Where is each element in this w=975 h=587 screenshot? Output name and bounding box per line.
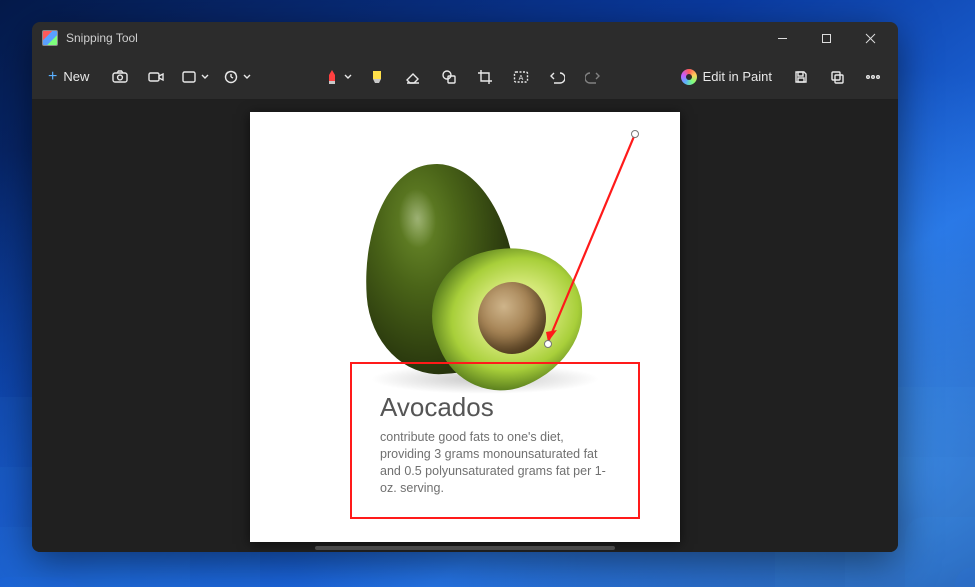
eraser-tool-button[interactable] [396, 60, 430, 94]
minimize-button[interactable] [760, 23, 804, 53]
maximize-button[interactable] [804, 23, 848, 53]
copy-button[interactable] [820, 60, 854, 94]
title-bar: Snipping Tool [32, 22, 898, 54]
save-button[interactable] [784, 60, 818, 94]
canvas-area[interactable]: Avocados contribute good fats to one's d… [32, 100, 898, 552]
delay-dropdown[interactable] [217, 60, 257, 94]
shapes-tool-button[interactable] [432, 60, 466, 94]
text-actions-button[interactable]: A [504, 60, 538, 94]
close-button[interactable] [848, 23, 892, 53]
chevron-down-icon [344, 69, 352, 84]
plus-icon: + [48, 69, 57, 85]
chevron-down-icon [201, 69, 209, 84]
undo-button[interactable] [540, 60, 574, 94]
annotation-arrow[interactable] [250, 112, 680, 542]
svg-text:A: A [519, 75, 524, 82]
more-button[interactable] [856, 60, 890, 94]
snip-mode-camera-button[interactable] [103, 60, 137, 94]
snip-image[interactable]: Avocados contribute good fats to one's d… [250, 112, 680, 542]
chevron-down-icon [243, 69, 251, 84]
app-icon [42, 30, 58, 46]
snip-shape-dropdown[interactable] [175, 60, 215, 94]
edit-in-paint-label: Edit in Paint [703, 69, 772, 84]
record-mode-button[interactable] [139, 60, 173, 94]
crop-tool-button[interactable] [468, 60, 502, 94]
annotation-handle-end[interactable] [544, 340, 552, 348]
window-title: Snipping Tool [66, 31, 138, 45]
annotation-handle-start[interactable] [631, 130, 639, 138]
toolbar: + New [32, 54, 898, 100]
highlighter-tool-button[interactable] [360, 60, 394, 94]
horizontal-scrollbar[interactable] [315, 546, 615, 550]
edit-in-paint-button[interactable]: Edit in Paint [671, 60, 782, 94]
paint-icon [681, 69, 697, 85]
pen-tool-button[interactable] [318, 60, 358, 94]
new-label: New [63, 69, 89, 84]
snipping-tool-window: Snipping Tool + New [32, 22, 898, 552]
redo-button[interactable] [576, 60, 610, 94]
new-snip-button[interactable]: + New [40, 60, 101, 94]
